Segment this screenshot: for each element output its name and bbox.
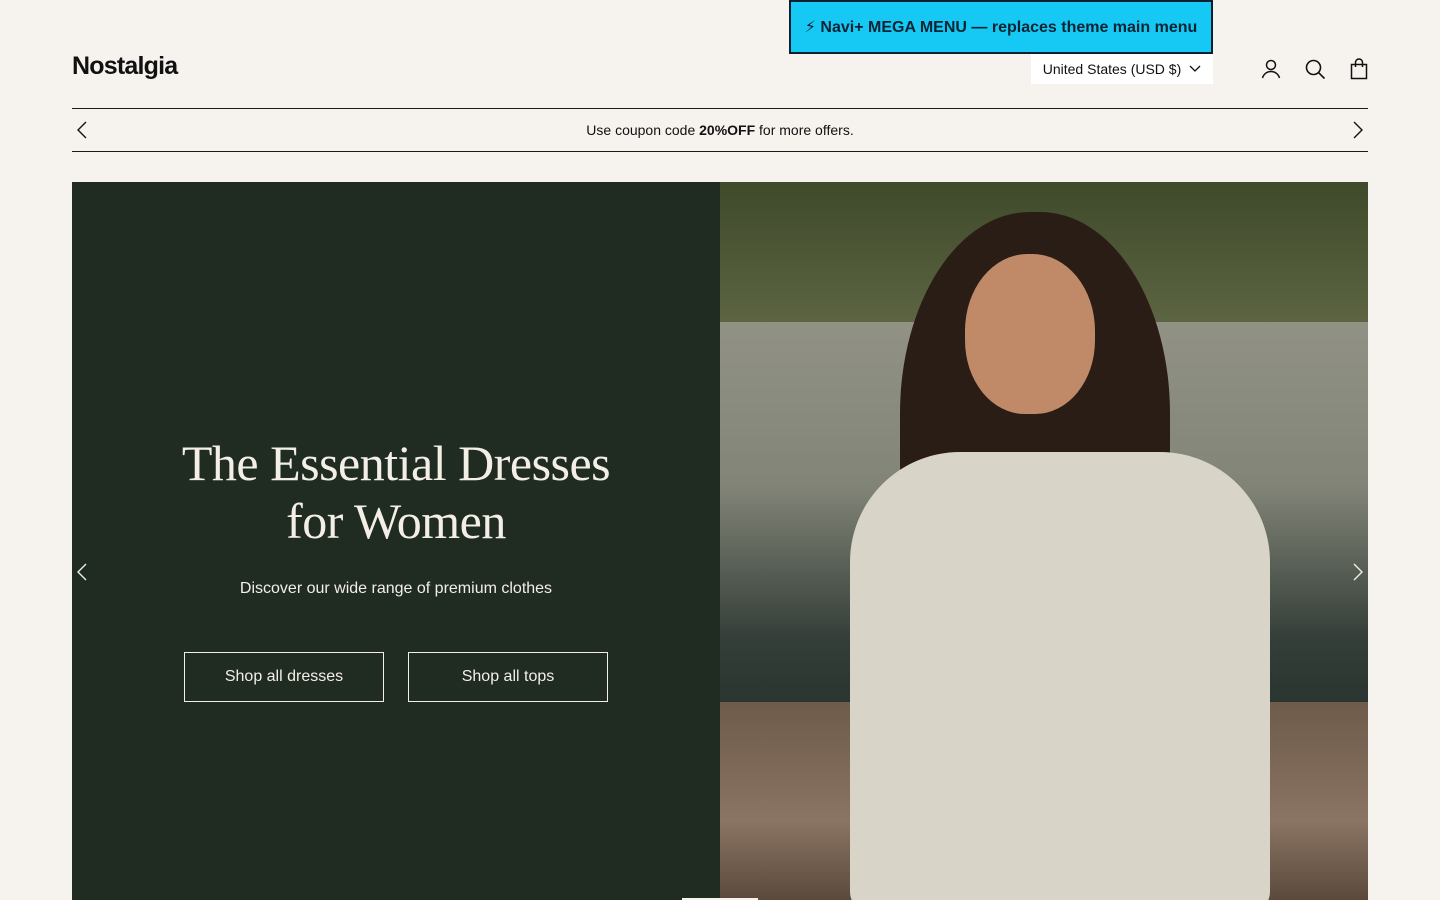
hero-subtitle: Discover our wide range of premium cloth… [239, 580, 553, 597]
announcement-next-arrow-icon[interactable] [1346, 119, 1368, 141]
hero-title: The Essential Dresses for Women [181, 435, 611, 549]
currency-label: United States (USD $) [1042, 61, 1182, 77]
slide-next-arrow-icon[interactable] [1346, 561, 1368, 583]
hero-model-face [965, 254, 1095, 414]
search-icon[interactable] [1303, 57, 1327, 81]
announcement-text: Use coupon code 20%OFF for more offers. [586, 122, 854, 138]
coupon-code: 20%OFF [699, 122, 756, 138]
account-icon[interactable] [1259, 57, 1283, 81]
shop-all-dresses-button[interactable]: Shop all dresses [184, 652, 384, 702]
shop-all-tops-button[interactable]: Shop all tops [408, 652, 608, 702]
hero-text-panel: The Essential Dresses for Women Discover … [72, 182, 720, 900]
hero-model-sweater [850, 452, 1270, 900]
navi-mega-menu-banner[interactable]: ⚡ Navi+ MEGA MENU — replaces theme main … [789, 0, 1213, 54]
currency-selector[interactable]: United States (USD $) [1031, 54, 1213, 84]
hero-image [720, 182, 1368, 900]
slide-prev-arrow-icon[interactable] [72, 561, 94, 583]
announcement-bar: Use coupon code 20%OFF for more offers. [72, 108, 1368, 152]
navi-banner-text: ⚡ Navi+ MEGA MENU — replaces theme main … [804, 19, 1198, 36]
hero-slideshow: The Essential Dresses for Women Discover … [72, 182, 1368, 900]
cart-icon[interactable] [1347, 57, 1371, 81]
announcement-prev-arrow-icon[interactable] [72, 119, 94, 141]
site-logo[interactable]: Nostalgia [72, 52, 178, 81]
chevron-down-icon [1189, 65, 1201, 72]
